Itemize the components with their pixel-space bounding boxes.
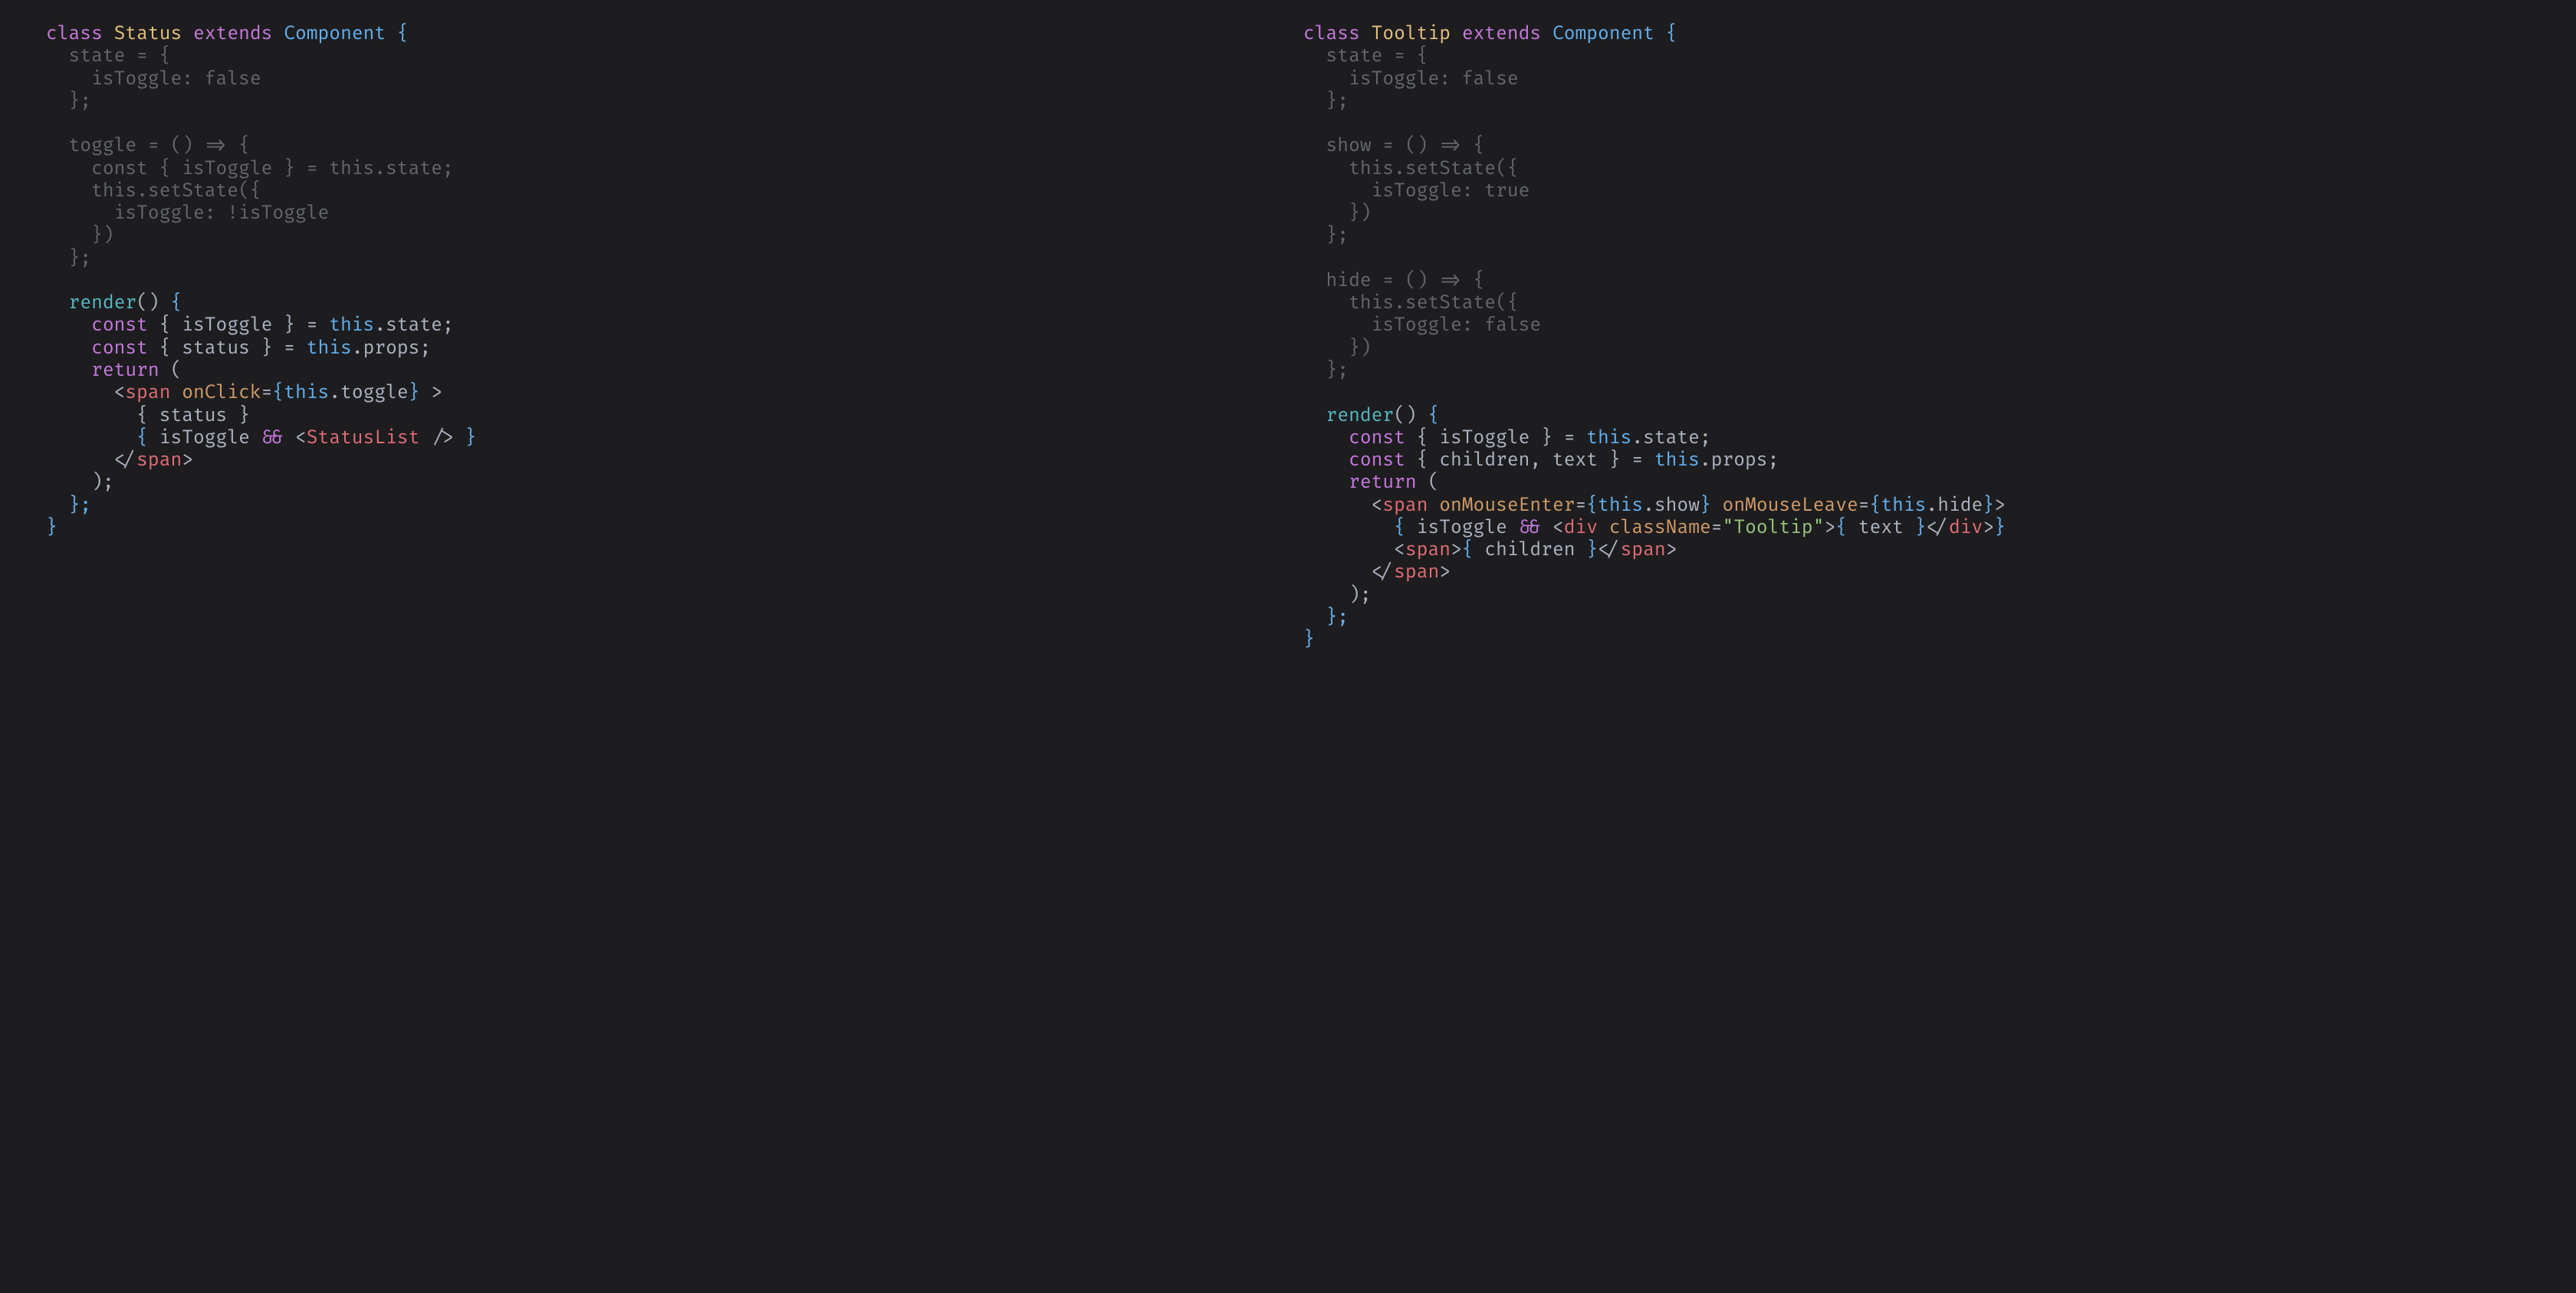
class-name-tooltip: Tooltip: [1372, 23, 1451, 45]
code-line: };: [46, 495, 91, 517]
code-line: isToggle: false: [1303, 314, 1541, 337]
code-line: show = () => {: [1303, 135, 1484, 157]
code-line: const { isToggle } = this.state;: [1303, 427, 1711, 449]
kw-extends: extends: [193, 23, 272, 45]
code-line: }): [1303, 202, 1372, 225]
left-code-pane: class Status extends Component { state =…: [46, 23, 1273, 651]
right-code-pane: class Tooltip extends Component { state …: [1303, 23, 2530, 651]
code-line: return (: [1303, 472, 1439, 494]
code-line: };: [1303, 90, 1349, 113]
class-name-status: Status: [114, 23, 182, 45]
code-line: }: [1303, 629, 1315, 651]
code-line: isToggle: false: [46, 68, 261, 90]
code-line: </span>: [46, 449, 193, 472]
code-line: this.setState({: [1303, 158, 1519, 180]
code-line: state = {: [46, 45, 170, 67]
code-line: const { children, text } = this.props;: [1303, 449, 1779, 472]
code-line: isToggle: false: [1303, 68, 1519, 90]
code-line: this.setState({: [1303, 292, 1519, 314]
code-line: const { isToggle } = this.state;: [46, 158, 454, 180]
code-line: this.setState({: [46, 180, 261, 202]
code-line: isToggle: !isToggle: [46, 202, 329, 225]
code-line: };: [46, 90, 91, 113]
brace: {: [386, 23, 409, 45]
code-line: <span onClick={this.toggle} >: [46, 382, 442, 404]
kw-class: class: [1303, 23, 1360, 45]
code-line: };: [46, 248, 91, 270]
code-line: </span>: [1303, 561, 1451, 584]
code-line: hide = () => {: [1303, 270, 1484, 292]
split-panes: class Status extends Component { state =…: [0, 0, 2576, 674]
code-line: render() {: [1303, 405, 1439, 427]
code-line: const { isToggle } = this.state;: [46, 314, 454, 337]
kw-class: class: [46, 23, 103, 45]
code-line: { isToggle && <div className="Tooltip">{…: [1303, 517, 2006, 539]
code-line: state = {: [1303, 45, 1428, 67]
class-ref-component: Component: [284, 23, 386, 45]
code-line: );: [46, 472, 114, 494]
code-line: <span onMouseEnter={this.show} onMouseLe…: [1303, 495, 2006, 517]
code-line: const { status } = this.props;: [46, 337, 431, 360]
code-line: };: [1303, 360, 1349, 382]
brace: {: [1654, 23, 1677, 45]
code-line: { isToggle && <StatusList /> }: [46, 427, 476, 449]
code-line: }: [46, 517, 58, 539]
code-line: return (: [46, 360, 182, 382]
code-line: );: [1303, 584, 1372, 607]
right-code: class Tooltip extends Component { state …: [1303, 23, 2530, 651]
code-line: };: [1303, 225, 1349, 247]
code-line: toggle = () => {: [46, 135, 250, 157]
kw-extends: extends: [1462, 23, 1541, 45]
code-line: <span>{ children }</span>: [1303, 539, 1677, 561]
code-line: }): [1303, 337, 1372, 360]
code-line: { status }: [46, 405, 250, 427]
code-line: isToggle: true: [1303, 180, 1530, 202]
code-line: }): [46, 225, 114, 247]
code-line: };: [1303, 607, 1349, 629]
class-ref-component: Component: [1552, 23, 1654, 45]
left-code: class Status extends Component { state =…: [46, 23, 1273, 539]
code-line: render() {: [46, 292, 182, 314]
